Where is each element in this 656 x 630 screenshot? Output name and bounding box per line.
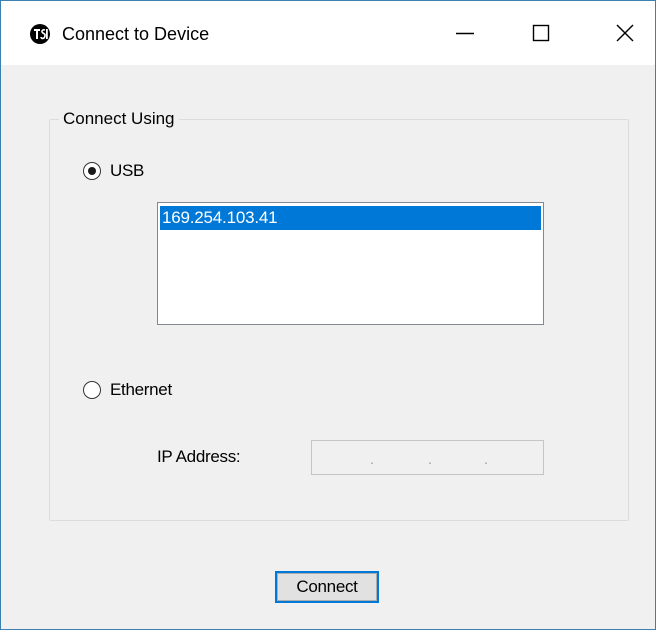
maximize-icon — [532, 24, 550, 42]
minimize-icon — [456, 32, 474, 35]
ip-address-field[interactable]: . . . — [311, 440, 544, 475]
ip-dot-separator: . — [484, 451, 488, 467]
window-title: Connect to Device — [62, 24, 210, 44]
ethernet-radio-option[interactable]: Ethernet — [83, 380, 172, 400]
ethernet-radio-button[interactable] — [83, 381, 101, 399]
ip-dot-separator: . — [370, 451, 374, 467]
ethernet-radio-label[interactable]: Ethernet — [110, 380, 172, 400]
tsi-logo-icon — [30, 24, 50, 44]
ip-dot-separator: . — [428, 451, 432, 467]
device-list-item[interactable]: 169.254.103.41 — [160, 206, 541, 230]
connect-button[interactable]: Connect — [275, 571, 379, 603]
usb-radio-option[interactable]: USB — [83, 161, 144, 181]
close-icon — [616, 24, 634, 42]
usb-radio-label[interactable]: USB — [110, 161, 144, 181]
device-listbox[interactable]: 169.254.103.41 — [157, 202, 544, 325]
connect-dialog-window: Connect to Device Connect Using USB 169.… — [0, 0, 656, 630]
ip-address-label: IP Address: — [157, 447, 241, 466]
close-button[interactable] — [595, 1, 655, 65]
group-label: Connect Using — [59, 108, 179, 130]
maximize-button[interactable] — [511, 1, 571, 65]
title-bar[interactable]: Connect to Device — [1, 1, 655, 65]
minimize-button[interactable] — [435, 1, 495, 65]
usb-radio-button[interactable] — [83, 162, 101, 180]
